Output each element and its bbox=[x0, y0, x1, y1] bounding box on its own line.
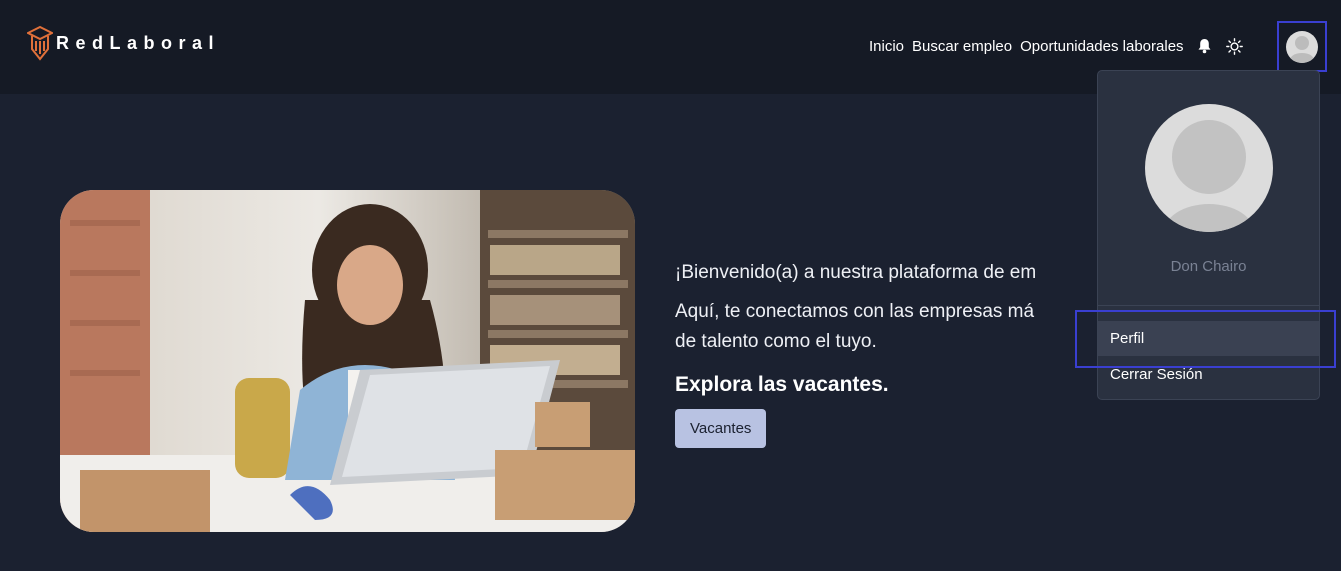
sun-icon[interactable] bbox=[1226, 37, 1244, 55]
menu-item-perfil[interactable]: Perfil bbox=[1098, 321, 1319, 356]
nav-link-buscar-empleo[interactable]: Buscar empleo bbox=[912, 38, 1012, 55]
profile-avatar bbox=[1145, 104, 1273, 232]
graduation-pencil-icon bbox=[27, 25, 53, 61]
user-name: Don Chairo bbox=[1170, 258, 1247, 275]
avatar bbox=[1286, 30, 1318, 63]
nav-links: Inicio Buscar empleo Oportunidades labor… bbox=[869, 37, 1252, 55]
nav-link-oportunidades[interactable]: Oportunidades laborales bbox=[1020, 38, 1183, 55]
nav-link-inicio[interactable]: Inicio bbox=[869, 38, 904, 55]
menu-item-cerrar-sesion[interactable]: Cerrar Sesión bbox=[1098, 357, 1319, 392]
vacantes-button[interactable]: Vacantes bbox=[675, 409, 767, 448]
bell-icon[interactable] bbox=[1196, 37, 1214, 55]
divider bbox=[1098, 305, 1319, 306]
brand-name: RedLaboral bbox=[56, 32, 221, 53]
brand-logo[interactable]: RedLaboral bbox=[27, 25, 220, 61]
user-avatar-button[interactable] bbox=[1277, 21, 1327, 72]
hero-image bbox=[60, 190, 635, 532]
user-dropdown-menu: Don Chairo Perfil Cerrar Sesión bbox=[1097, 70, 1320, 400]
